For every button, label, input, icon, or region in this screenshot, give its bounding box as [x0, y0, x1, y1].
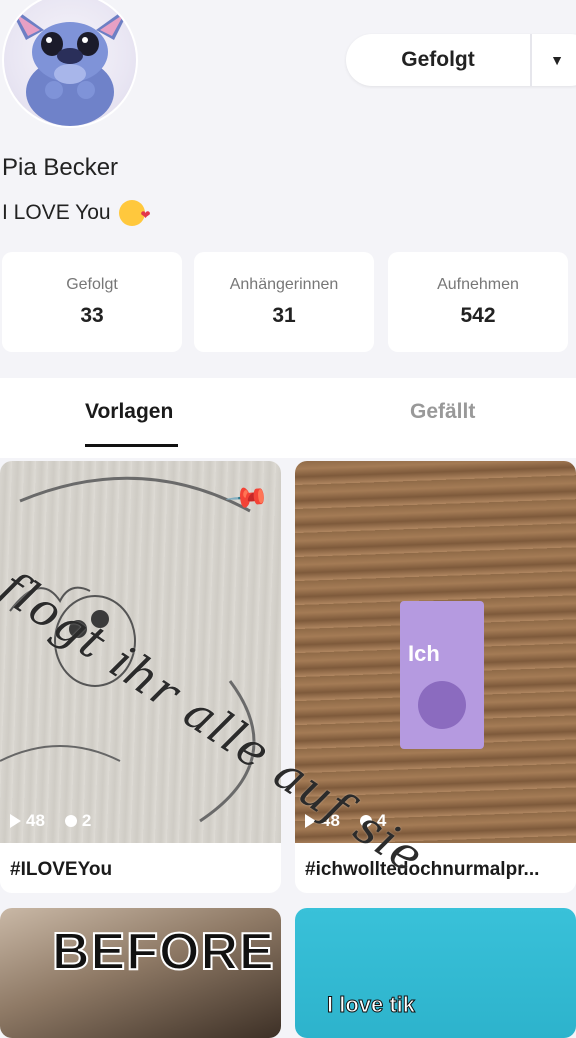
profile-bio: I LOVE You	[2, 200, 151, 226]
follow-button[interactable]: Gefolgt	[346, 34, 532, 86]
stat-label: Anhängerinnen	[229, 276, 339, 293]
video-card[interactable]: I love tik	[295, 908, 576, 1038]
comment-count-value: 2	[81, 811, 92, 830]
avatar[interactable]	[2, 0, 138, 128]
thumbnail-overlay-text: I love tik	[326, 992, 416, 1018]
play-count-value: 48	[26, 811, 45, 830]
play-count: 48	[10, 811, 45, 831]
video-thumbnail: I love tik	[295, 908, 576, 1038]
stat-followers[interactable]: Anhängerinnen 31	[194, 252, 374, 352]
card-stats: 48 2	[10, 811, 91, 831]
video-thumbnail: BEFORE	[0, 908, 281, 1038]
tab-liked[interactable]: Gefällt	[410, 400, 475, 424]
comment-icon	[64, 815, 77, 827]
stat-value: 31	[272, 304, 296, 327]
stitch-avatar-icon	[8, 4, 132, 126]
card-caption: #ILOVEYou	[10, 859, 113, 880]
follow-options-button[interactable]: ▼	[532, 52, 576, 68]
video-card[interactable]: BEFORE	[0, 908, 281, 1038]
stat-value: 542	[460, 304, 496, 327]
play-icon	[10, 814, 21, 828]
stat-following[interactable]: Gefolgt 33	[2, 252, 182, 352]
thumbnail-overlay-text: BEFORE	[51, 922, 275, 982]
active-tab-indicator	[85, 444, 178, 447]
stat-recordings[interactable]: Aufnehmen 542	[388, 252, 568, 352]
profile-name: Pia Becker	[2, 154, 119, 181]
comment-count: 2	[64, 811, 92, 831]
tab-templates[interactable]: Vorlagen	[85, 400, 173, 424]
stat-label: Aufnehmen	[437, 276, 519, 293]
card-caption: #ichwolltedochnurmalpr...	[305, 859, 540, 880]
bio-text: I LOVE You	[2, 201, 111, 224]
kiss-emoji-icon	[118, 200, 151, 226]
chevron-down-icon: ▼	[550, 52, 564, 68]
stat-label: Gefolgt	[66, 276, 118, 293]
stat-value: 33	[80, 304, 104, 327]
product-package: Ich	[400, 601, 484, 749]
follow-button-group: Gefolgt ▼	[346, 34, 576, 86]
